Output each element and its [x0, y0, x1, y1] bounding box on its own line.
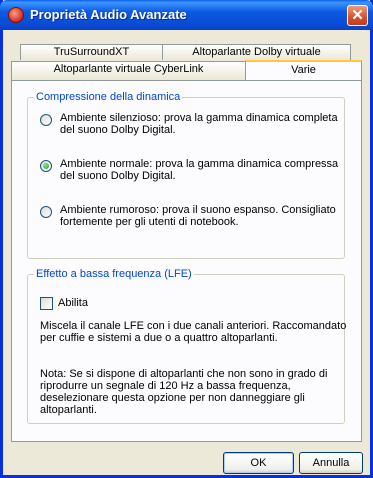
compression-legend: Compressione della dinamica	[34, 91, 183, 103]
radio-button[interactable]	[40, 114, 52, 126]
audio-app-icon	[8, 7, 24, 23]
tab-varie[interactable]: Varie	[245, 60, 362, 80]
radio-label: Ambiente silenzioso: prova la gamma dina…	[60, 112, 338, 136]
cancel-button[interactable]: Annulla	[299, 452, 363, 474]
radio-ambiente-rumoroso[interactable]: Ambiente rumoroso: prova il suono espans…	[40, 204, 340, 232]
lfe-note: Nota: Se si dispone di altoparlanti che …	[40, 368, 328, 416]
abilita-checkbox[interactable]	[40, 297, 53, 310]
tab-altoparlante-virtuale-cyberlink[interactable]: Altoparlante virtuale CyberLink	[11, 61, 246, 80]
window-title: Proprietà Audio Avanzate	[30, 7, 187, 22]
tab-trusurroundxt[interactable]: TruSurroundXT	[20, 44, 163, 60]
title-bar[interactable]: Proprietà Audio Avanzate ✕	[0, 0, 373, 30]
dialog-window: Proprietà Audio Avanzate ✕ TruSurroundXT…	[0, 0, 373, 478]
radio-button[interactable]	[40, 160, 52, 172]
radio-button[interactable]	[40, 206, 52, 218]
abilita-label[interactable]: Abilita	[58, 297, 88, 309]
tab-altoparlante-dolby-virtuale[interactable]: Altoparlante Dolby virtuale	[162, 44, 351, 60]
radio-ambiente-silenzioso[interactable]: Ambiente silenzioso: prova la gamma dina…	[40, 112, 340, 140]
tab-panel-varie: Compressione della dinamica Ambiente sil…	[11, 80, 362, 442]
compression-group: Compressione della dinamica Ambiente sil…	[27, 91, 345, 259]
radio-label: Ambiente rumoroso: prova il suono espans…	[60, 204, 336, 228]
lfe-legend: Effetto a bassa frequenza (LFE)	[34, 268, 194, 280]
lfe-description: Miscela il canale LFE con i due canali a…	[40, 320, 347, 344]
lfe-group: Effetto a bassa frequenza (LFE) Abilita …	[27, 268, 346, 424]
ok-button[interactable]: OK	[223, 452, 294, 474]
radio-label: Ambiente normale: prova la gamma dinamic…	[60, 158, 339, 182]
close-button[interactable]: ✕	[347, 5, 368, 26]
radio-ambiente-normale[interactable]: Ambiente normale: prova la gamma dinamic…	[40, 158, 340, 186]
